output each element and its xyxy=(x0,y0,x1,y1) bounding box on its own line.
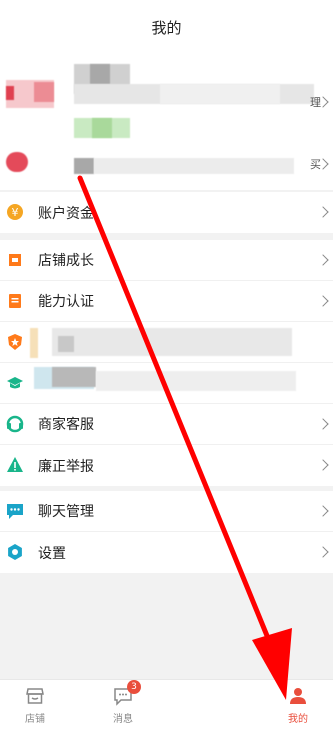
graduation-cap-icon xyxy=(7,377,23,389)
bottom-tab-bar: 店铺 3 消息 我的 xyxy=(0,679,333,735)
unread-badge: 3 xyxy=(127,680,141,694)
profile-card[interactable]: 理 买 xyxy=(0,54,333,190)
menu-label: 商家客服 xyxy=(38,417,94,433)
menu-item-settings[interactable]: 设置 xyxy=(0,532,333,573)
menu-label: 店铺成长 xyxy=(38,253,94,269)
warning-icon xyxy=(7,457,23,472)
tab-messages[interactable]: 3 消息 xyxy=(93,680,153,725)
tab-label: 消息 xyxy=(113,714,133,725)
chevron-right-icon xyxy=(317,206,329,218)
customer-service-icon xyxy=(6,415,24,433)
menu-item-integrity-report[interactable]: 廉正举报 xyxy=(0,445,333,486)
message-icon-wrap: 3 xyxy=(113,680,141,706)
store-icon xyxy=(26,688,44,704)
menu-group-store: 店铺成长 能力认证 商家客服 廉正举报 xyxy=(0,240,333,486)
menu-item-ability-cert[interactable]: 能力认证 xyxy=(0,281,333,322)
menu-item-store-growth[interactable]: 店铺成长 xyxy=(0,240,333,281)
menu-label: 能力认证 xyxy=(38,294,94,310)
menu-group-settings: 聊天管理 设置 xyxy=(0,491,333,573)
chat-bubble-icon xyxy=(7,504,23,519)
tab-store[interactable]: 店铺 xyxy=(5,686,65,725)
menu-label: 聊天管理 xyxy=(38,504,94,520)
svg-text:¥: ¥ xyxy=(12,206,19,219)
coin-icon: ¥ xyxy=(7,204,23,220)
page-title: 我的 xyxy=(151,18,182,37)
menu-item-chat-manage[interactable]: 聊天管理 xyxy=(0,491,333,532)
badge-shield-icon xyxy=(8,334,22,350)
tab-mine[interactable]: 我的 xyxy=(268,686,328,725)
menu-group-funds: ¥ 账户资金 xyxy=(0,192,333,233)
tab-label: 店铺 xyxy=(25,714,45,725)
chevron-right-icon xyxy=(317,295,329,307)
blurred-menu-item[interactable] xyxy=(0,322,333,363)
gear-icon xyxy=(8,544,22,560)
menu-label: 设置 xyxy=(38,545,66,562)
chevron-right-icon xyxy=(317,418,329,430)
menu-label: 账户资金 xyxy=(38,205,94,222)
blurred-menu-item[interactable] xyxy=(0,363,333,404)
chevron-right-icon xyxy=(317,254,329,266)
menu-label: 廉正举报 xyxy=(38,458,94,475)
growth-icon xyxy=(9,254,21,266)
user-icon xyxy=(290,688,306,704)
chevron-right-icon xyxy=(317,459,329,471)
menu-item-account-funds[interactable]: ¥ 账户资金 xyxy=(0,192,333,233)
page-header: 我的 xyxy=(0,0,333,54)
chevron-right-icon xyxy=(317,546,329,558)
tab-label: 我的 xyxy=(288,714,308,725)
menu-item-merchant-service[interactable]: 商家客服 xyxy=(0,404,333,445)
certificate-icon xyxy=(9,294,21,308)
chevron-right-icon xyxy=(317,505,329,517)
